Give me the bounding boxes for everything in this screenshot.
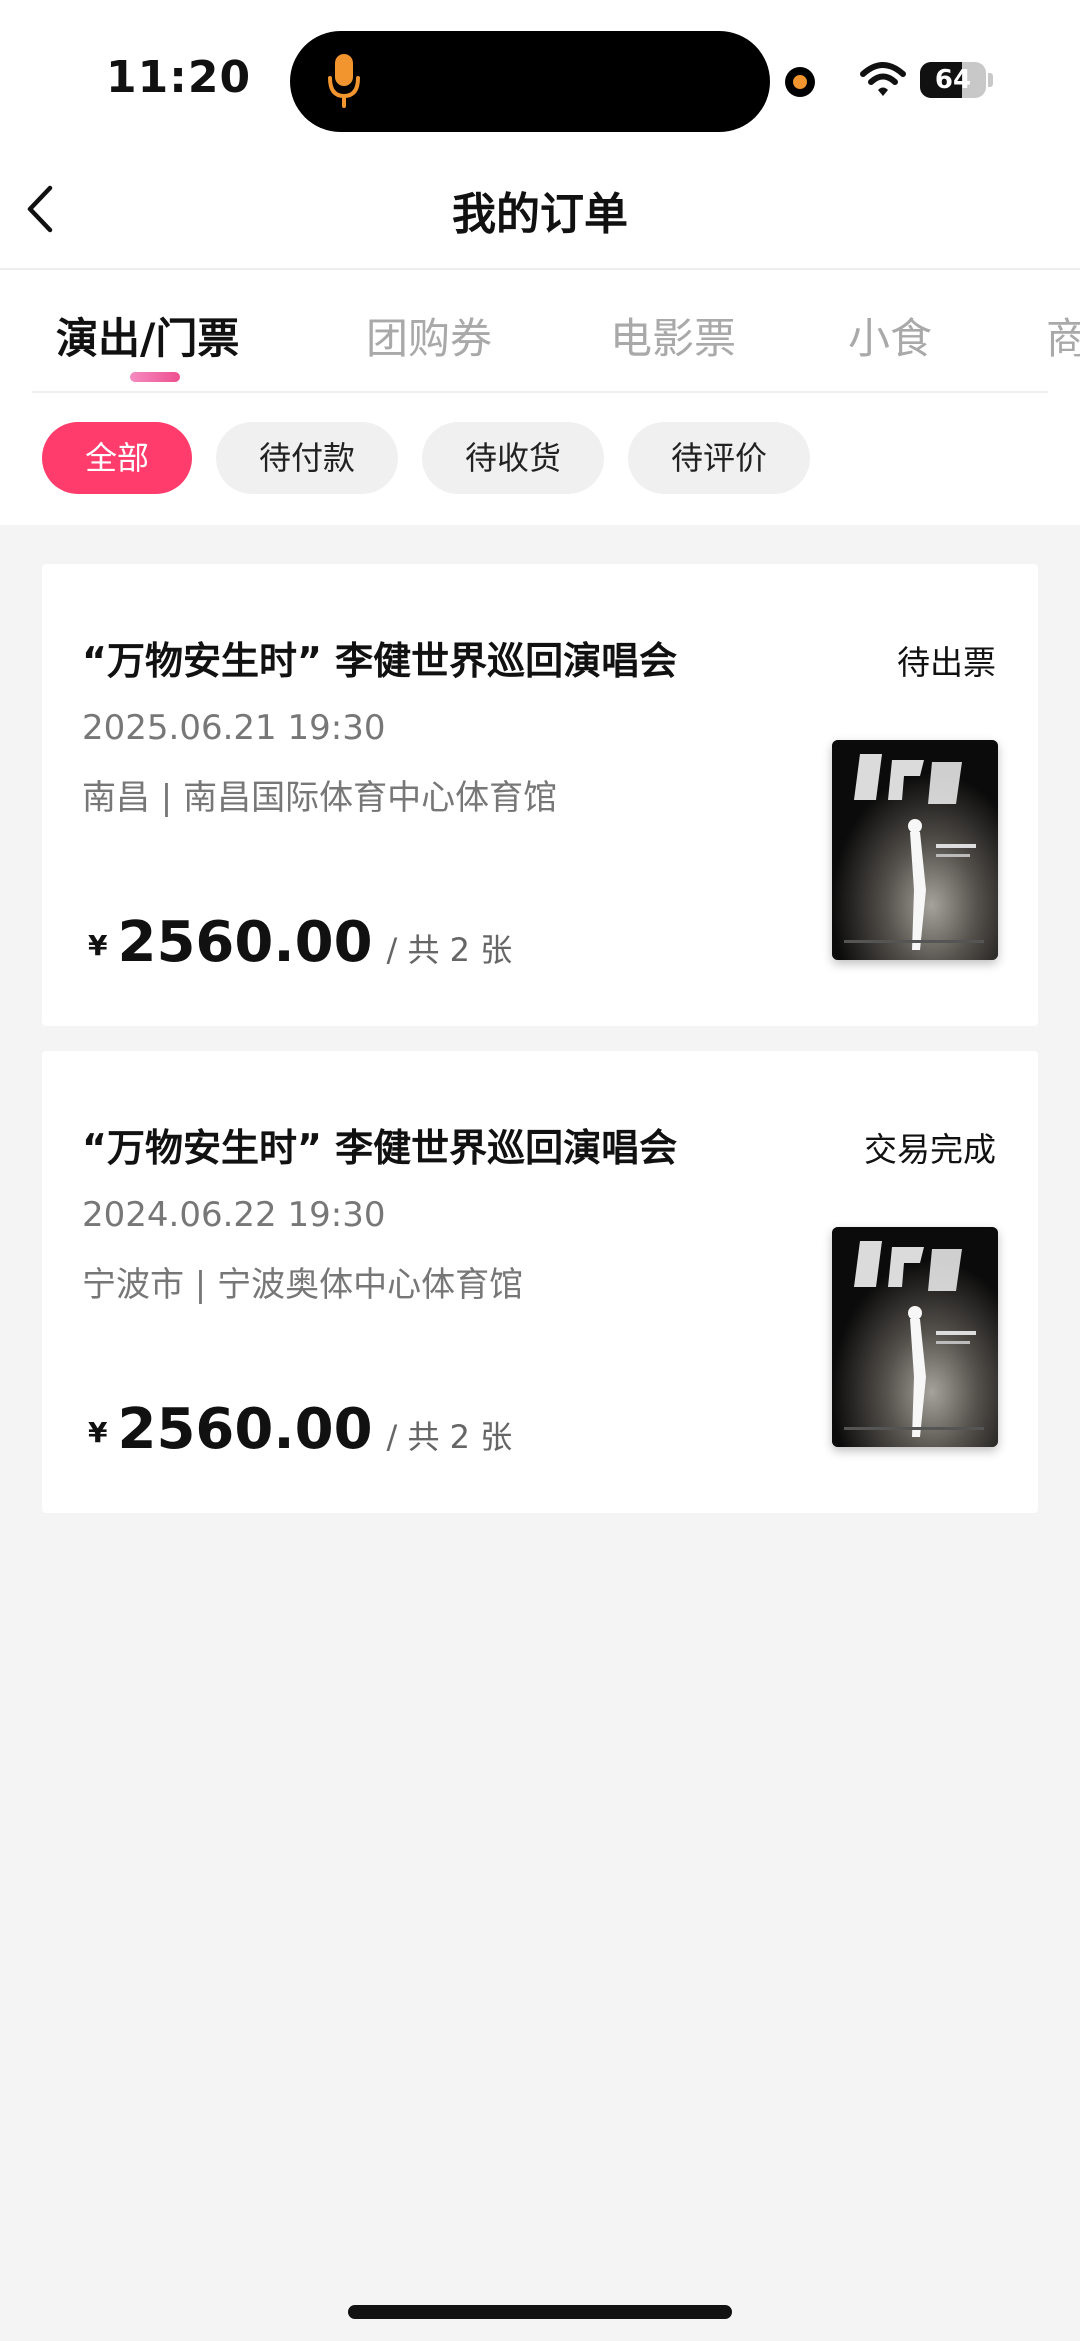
currency-symbol: ¥: [88, 1416, 108, 1449]
order-list-screen: 11:20 64 我的订单 演出/门票 团购券 电影票 小食 商 全部 待付款 …: [0, 0, 1080, 2341]
order-status: 待出票: [897, 643, 996, 682]
recording-indicator: [785, 67, 815, 97]
order-status: 交易完成: [864, 1130, 996, 1169]
ticket-quantity: / 共 2 张: [386, 1418, 513, 1456]
page-title: 我的订单: [452, 189, 628, 240]
order-venue: 南昌 | 南昌国际体育中心体育馆: [82, 778, 558, 818]
concert-poster-image: [832, 1227, 998, 1447]
tab-shows-tickets[interactable]: 演出/门票: [56, 305, 239, 366]
tab-group-coupons[interactable]: 团购券: [366, 305, 492, 366]
dynamic-island: [290, 31, 770, 132]
active-tab-indicator: [130, 372, 180, 382]
home-indicator[interactable]: [348, 2305, 732, 2319]
battery-level: 64: [934, 65, 972, 95]
order-datetime: 2025.06.21 19:30: [82, 708, 386, 748]
price-amount: 2560.00: [117, 910, 373, 975]
tab-shop[interactable]: 商: [1046, 305, 1080, 366]
filter-all[interactable]: 全部: [42, 422, 192, 494]
order-title: “万物安生时” 李健世界巡回演唱会: [82, 639, 678, 683]
order-datetime: 2024.06.22 19:30: [82, 1195, 386, 1235]
order-price: ¥2560.00 / 共 2 张: [88, 910, 512, 975]
order-title: “万物安生时” 李健世界巡回演唱会: [82, 1126, 678, 1170]
header-divider: [0, 268, 1080, 270]
filter-pending-review[interactable]: 待评价: [628, 422, 810, 494]
order-price: ¥2560.00 / 共 2 张: [88, 1397, 512, 1462]
battery-indicator: 64: [920, 62, 986, 98]
currency-symbol: ¥: [88, 929, 108, 962]
order-venue: 宁波市 | 宁波奥体中心体育馆: [82, 1265, 524, 1305]
filter-pending-delivery[interactable]: 待收货: [422, 422, 604, 494]
order-card[interactable]: “万物安生时” 李健世界巡回演唱会 待出票 2025.06.21 19:30 南…: [42, 564, 1038, 1026]
wifi-icon: [860, 62, 906, 96]
price-amount: 2560.00: [117, 1397, 373, 1462]
microphone-icon: [328, 54, 360, 108]
tab-movie-tickets[interactable]: 电影票: [610, 305, 736, 366]
battery-cap: [988, 73, 993, 87]
tab-divider: [32, 391, 1048, 393]
filter-pending-payment[interactable]: 待付款: [216, 422, 398, 494]
tab-snacks[interactable]: 小食: [848, 305, 932, 366]
order-card[interactable]: “万物安生时” 李健世界巡回演唱会 交易完成 2024.06.22 19:30 …: [42, 1051, 1038, 1513]
concert-poster-image: [832, 740, 998, 960]
ticket-quantity: / 共 2 张: [386, 931, 513, 969]
status-time: 11:20: [106, 52, 252, 103]
